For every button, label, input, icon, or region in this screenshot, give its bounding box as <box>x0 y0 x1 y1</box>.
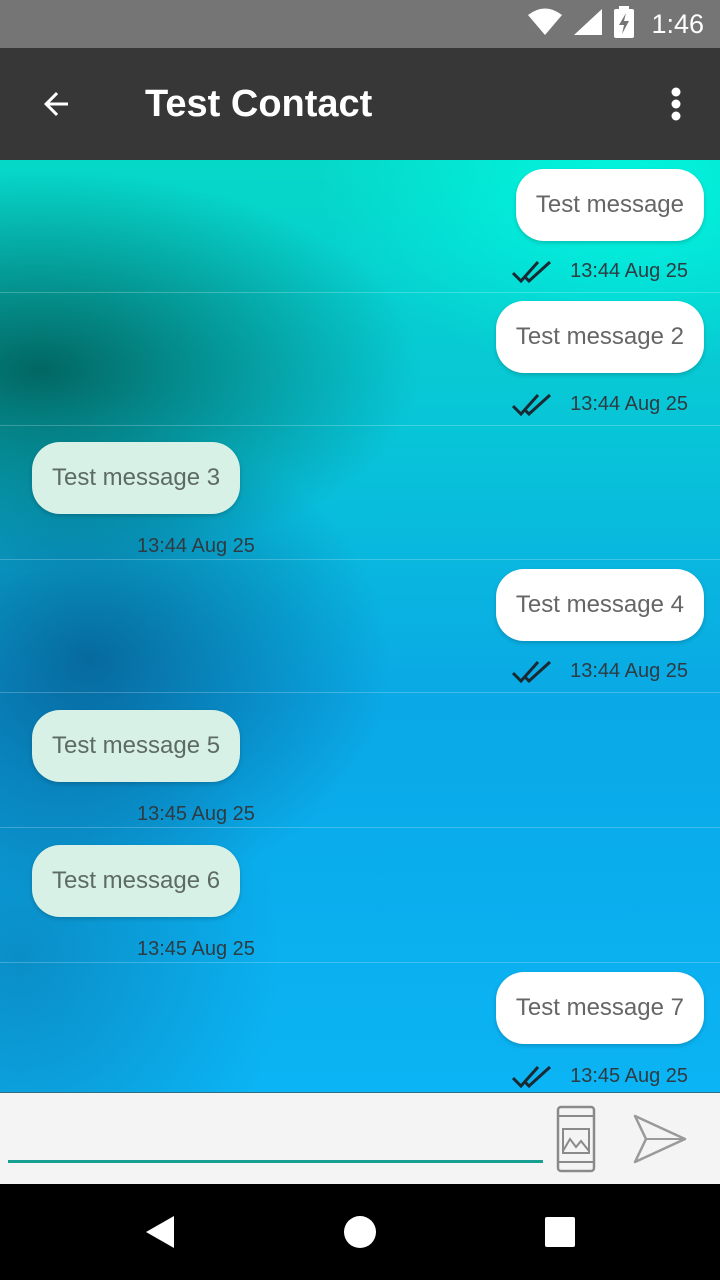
message-row: Test message 13:44 Aug 25 <box>0 160 720 293</box>
message-row: Test message 7 13:45 Aug 25 <box>0 963 720 1092</box>
message-timestamp: 13:44 Aug 25 <box>570 659 688 682</box>
double-check-icon <box>512 1065 552 1088</box>
wifi-icon <box>527 8 563 41</box>
arrow-back-icon <box>44 92 68 116</box>
message-row: Test message 5 13:45 Aug 25 <box>0 693 720 828</box>
incoming-message-bubble[interactable]: Test message 3 <box>32 442 241 514</box>
message-meta: 13:45 Aug 25 <box>137 934 255 964</box>
nav-home-icon <box>344 1216 376 1248</box>
message-list[interactable]: Test message 13:44 Aug 25 Test message 2… <box>0 160 720 1092</box>
message-meta: 13:45 Aug 25 <box>137 799 255 829</box>
message-timestamp: 13:44 Aug 25 <box>570 392 688 415</box>
contact-name-title: Test Contact <box>145 83 373 125</box>
incoming-message-bubble[interactable]: Test message 5 <box>32 710 241 782</box>
status-icons: 1:46 <box>527 0 704 48</box>
message-meta: 13:44 Aug 25 <box>512 389 688 419</box>
message-meta: 13:44 Aug 25 <box>137 531 255 561</box>
app-bar: Test Contact <box>0 48 720 160</box>
outgoing-message-bubble[interactable]: Test message <box>515 169 704 241</box>
send-button[interactable] <box>632 1113 688 1165</box>
outgoing-message-bubble[interactable]: Test message 2 <box>495 301 704 373</box>
more-options-button[interactable] <box>652 76 700 132</box>
status-bar: 1:46 <box>0 0 720 48</box>
signal-icon <box>573 8 603 41</box>
double-check-icon <box>512 393 552 416</box>
message-composer <box>0 1092 720 1184</box>
nav-recents-icon <box>545 1217 575 1247</box>
more-vert-icon <box>671 87 681 121</box>
message-timestamp: 13:44 Aug 25 <box>137 534 255 557</box>
message-timestamp: 13:45 Aug 25 <box>137 937 255 960</box>
message-timestamp: 13:44 Aug 25 <box>570 259 688 282</box>
message-row: Test message 3 13:44 Aug 25 <box>0 426 720 560</box>
nav-back-icon <box>146 1216 174 1248</box>
message-timestamp: 13:45 Aug 25 <box>137 802 255 825</box>
outgoing-message-bubble[interactable]: Test message 4 <box>495 569 704 641</box>
status-time: 1:46 <box>651 8 704 39</box>
message-row: Test message 2 13:44 Aug 25 <box>0 293 720 426</box>
message-meta: 13:44 Aug 25 <box>512 656 688 686</box>
incoming-message-bubble[interactable]: Test message 6 <box>32 845 241 917</box>
message-input[interactable] <box>8 1107 543 1163</box>
back-button[interactable] <box>28 76 84 132</box>
nav-home-button[interactable] <box>336 1208 384 1256</box>
message-row: Test message 4 13:44 Aug 25 <box>0 560 720 693</box>
double-check-icon <box>512 660 552 683</box>
attach-image-button[interactable] <box>556 1105 596 1173</box>
double-check-icon <box>512 260 552 283</box>
image-attach-icon <box>556 1105 596 1173</box>
battery-charging-icon <box>613 5 635 43</box>
send-icon <box>633 1114 687 1164</box>
message-row: Test message 6 13:45 Aug 25 <box>0 828 720 963</box>
system-navigation-bar <box>0 1184 720 1280</box>
message-meta: 13:45 Aug 25 <box>512 1061 688 1091</box>
message-timestamp: 13:45 Aug 25 <box>570 1064 688 1087</box>
nav-back-button[interactable] <box>136 1208 184 1256</box>
outgoing-message-bubble[interactable]: Test message 7 <box>495 972 704 1044</box>
nav-recents-button[interactable] <box>536 1208 584 1256</box>
message-meta: 13:44 Aug 25 <box>512 256 688 286</box>
